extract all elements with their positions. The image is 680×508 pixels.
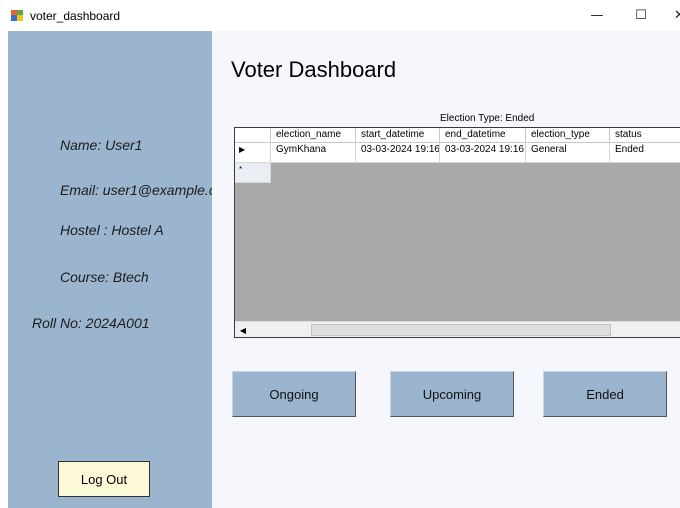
ended-button[interactable]: Ended: [543, 371, 667, 417]
new-row[interactable]: *: [235, 163, 271, 183]
column-header[interactable]: start_datetime: [356, 128, 440, 143]
title-bar: voter_dashboard — ☐ ✕: [0, 0, 680, 31]
table-cell[interactable]: General: [526, 143, 610, 163]
user-course-label: Course: Btech: [60, 269, 149, 285]
table-cell[interactable]: GymKhana: [271, 143, 356, 163]
main-panel: Voter Dashboard Election Type: Ended ele…: [212, 31, 680, 508]
app-icon: [11, 10, 23, 21]
user-hostel-label: Hostel : Hostel A: [60, 222, 164, 238]
user-info-panel: Name: User1 Email: user1@example.c Hoste…: [8, 31, 216, 508]
column-header[interactable]: election_type: [526, 128, 610, 143]
current-row-marker-icon[interactable]: ▶: [235, 143, 271, 163]
scrollbar-thumb[interactable]: [311, 324, 611, 336]
ongoing-button[interactable]: Ongoing: [232, 371, 356, 417]
upcoming-button[interactable]: Upcoming: [390, 371, 514, 417]
user-roll-label: Roll No: 2024A001: [32, 315, 150, 331]
window-title: voter_dashboard: [30, 9, 121, 23]
maximize-button[interactable]: ☐: [618, 0, 664, 31]
user-name-label: Name: User1: [60, 137, 143, 153]
table-cell[interactable]: 03-03-2024 19:16: [356, 143, 440, 163]
grid-corner-cell: [235, 128, 271, 143]
table-cell[interactable]: Ended: [610, 143, 680, 163]
column-header[interactable]: end_datetime: [440, 128, 526, 143]
table-cell[interactable]: 03-03-2024 19:16: [440, 143, 526, 163]
elections-grid[interactable]: election_name start_datetime end_datetim…: [234, 127, 680, 338]
page-title: Voter Dashboard: [231, 57, 397, 82]
table-row[interactable]: ▶ GymKhana 03-03-2024 19:16 03-03-2024 1…: [235, 143, 680, 163]
close-button[interactable]: ✕: [662, 0, 680, 31]
grid-header: election_name start_datetime end_datetim…: [235, 128, 680, 143]
new-row-marker-icon[interactable]: *: [235, 163, 271, 183]
minimize-button[interactable]: —: [574, 0, 620, 31]
logout-button[interactable]: Log Out: [58, 461, 150, 497]
column-header[interactable]: status: [610, 128, 680, 143]
scroll-left-icon[interactable]: ◀: [237, 324, 249, 336]
user-email-label: Email: user1@example.c: [60, 182, 216, 198]
election-type-caption: Election Type: Ended: [440, 113, 535, 124]
horizontal-scrollbar[interactable]: ◀: [235, 321, 680, 337]
column-header[interactable]: election_name: [271, 128, 356, 143]
